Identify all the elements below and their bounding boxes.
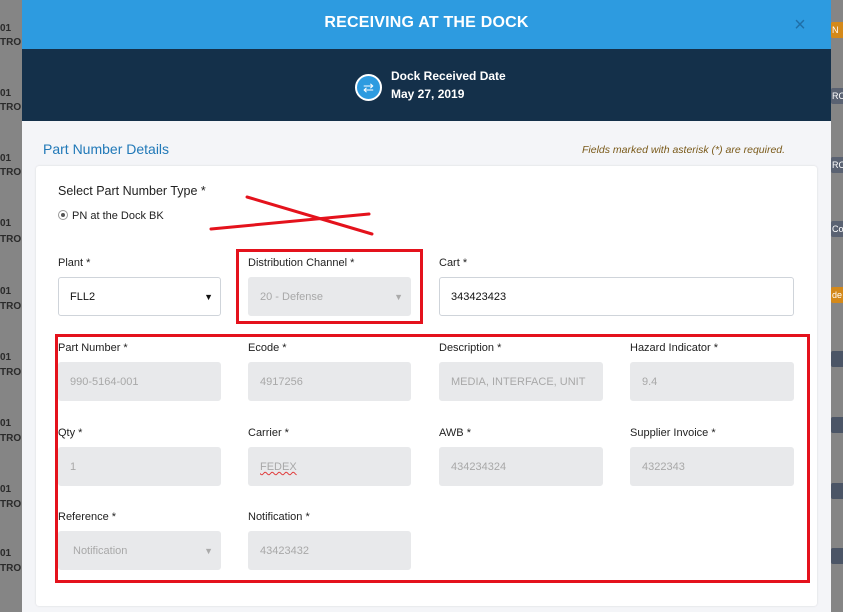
background-badge: RO: [831, 88, 843, 104]
close-button[interactable]: ×: [791, 15, 809, 35]
cart-input[interactable]: 343423423: [439, 277, 794, 316]
background-badge: [831, 548, 843, 564]
notification-value: 43423432: [260, 545, 309, 557]
qty-input[interactable]: 1: [58, 447, 221, 486]
swap-arrows-icon: ⇄: [355, 74, 382, 101]
background-text: TRO: [0, 499, 22, 510]
background-text: TRO: [0, 301, 22, 312]
receiving-modal: RECEIVING AT THE DOCK × ⇄ Dock Received …: [22, 0, 831, 612]
modal-title: RECEIVING AT THE DOCK: [324, 14, 529, 31]
part-type-radio[interactable]: [58, 210, 68, 220]
required-fields-note: Fields marked with asterisk (*) are requ…: [582, 144, 786, 156]
background-text: TRO: [0, 234, 22, 245]
ecode-label: Ecode *: [248, 342, 287, 354]
plant-label: Plant *: [58, 257, 91, 269]
qty-value: 1: [70, 461, 77, 473]
reference-label: Reference *: [58, 511, 117, 523]
supplier-invoice-input[interactable]: 4322343: [630, 447, 794, 486]
background-badge: RO: [831, 157, 843, 173]
background-text: 01: [0, 418, 12, 429]
chevron-down-icon: ▼: [204, 292, 213, 302]
background-badge: N: [831, 22, 843, 38]
notification-input[interactable]: 43423432: [248, 531, 411, 570]
plant-value: FLL2: [70, 291, 96, 303]
distribution-channel-value: 20 - Defense: [260, 291, 323, 303]
description-input[interactable]: MEDIA, INTERFACE, UNIT: [439, 362, 603, 401]
qty-label: Qty *: [58, 427, 83, 439]
background-text: 01: [0, 548, 12, 559]
notification-label: Notification *: [248, 511, 310, 523]
awb-label: AWB *: [439, 427, 471, 439]
hazard-indicator-label: Hazard Indicator *: [630, 342, 719, 354]
dock-received-date: May 27, 2019: [391, 87, 465, 101]
description-label: Description *: [439, 342, 502, 354]
distribution-channel-label: Distribution Channel *: [248, 257, 355, 269]
chevron-down-icon: ▼: [204, 546, 213, 556]
awb-input[interactable]: 434234324: [439, 447, 603, 486]
background-left-strip: 01 TRO 01 TRO 01 TRO 01 TRO 01 TRO 01 TR…: [0, 0, 22, 612]
chevron-down-icon: ▼: [394, 292, 403, 302]
background-text: TRO: [0, 37, 22, 48]
supplier-invoice-label: Supplier Invoice *: [630, 427, 716, 439]
carrier-input[interactable]: FEDEX: [248, 447, 411, 486]
background-text: 01: [0, 286, 12, 297]
part-type-option-label[interactable]: PN at the Dock BK: [72, 210, 164, 222]
background-text: 01: [0, 484, 12, 495]
section-title: Part Number Details: [43, 141, 170, 157]
plant-select[interactable]: FLL2 ▼: [58, 277, 221, 316]
modal-header: RECEIVING AT THE DOCK ×: [22, 0, 831, 49]
reference-select[interactable]: Notification ▼: [58, 531, 221, 570]
part-number-label: Part Number *: [58, 342, 128, 354]
background-text: TRO: [0, 167, 22, 178]
description-value: MEDIA, INTERFACE, UNIT: [451, 376, 586, 388]
cart-label: Cart *: [439, 257, 468, 269]
background-text: 01: [0, 352, 12, 363]
background-text: 01: [0, 23, 12, 34]
background-text: TRO: [0, 102, 22, 113]
reference-value: Notification: [73, 545, 128, 557]
part-number-value: 990-5164-001: [70, 376, 139, 388]
awb-value: 434234324: [451, 461, 507, 473]
background-text: TRO: [0, 367, 22, 378]
part-details-card: Select Part Number Type * PN at the Dock…: [36, 166, 817, 606]
carrier-label: Carrier *: [248, 427, 289, 439]
supplier-invoice-value: 4322343: [642, 461, 685, 473]
background-text: TRO: [0, 563, 22, 574]
carrier-value: FEDEX: [260, 461, 297, 473]
background-right-strip: N RO RO Co de: [831, 0, 843, 612]
background-text: 01: [0, 88, 12, 99]
background-badge: [831, 483, 843, 499]
hazard-indicator-value: 9.4: [642, 376, 658, 388]
dock-received-band: ⇄ Dock Received Date May 27, 2019: [22, 49, 831, 121]
background-badge: [831, 351, 843, 367]
cart-value: 343423423: [451, 291, 507, 303]
part-number-input[interactable]: 990-5164-001: [58, 362, 221, 401]
dock-received-label: Dock Received Date: [391, 69, 506, 83]
ecode-input[interactable]: 4917256: [248, 362, 411, 401]
part-type-label: Select Part Number Type *: [58, 184, 206, 198]
background-text: 01: [0, 153, 12, 164]
distribution-channel-select[interactable]: 20 - Defense ▼: [248, 277, 411, 316]
background-badge: de: [831, 287, 843, 303]
background-badge: Co: [831, 221, 843, 237]
ecode-value: 4917256: [260, 376, 303, 388]
background-text: 01: [0, 218, 12, 229]
background-badge: [831, 417, 843, 433]
hazard-indicator-input[interactable]: 9.4: [630, 362, 794, 401]
background-text: TRO: [0, 433, 22, 444]
